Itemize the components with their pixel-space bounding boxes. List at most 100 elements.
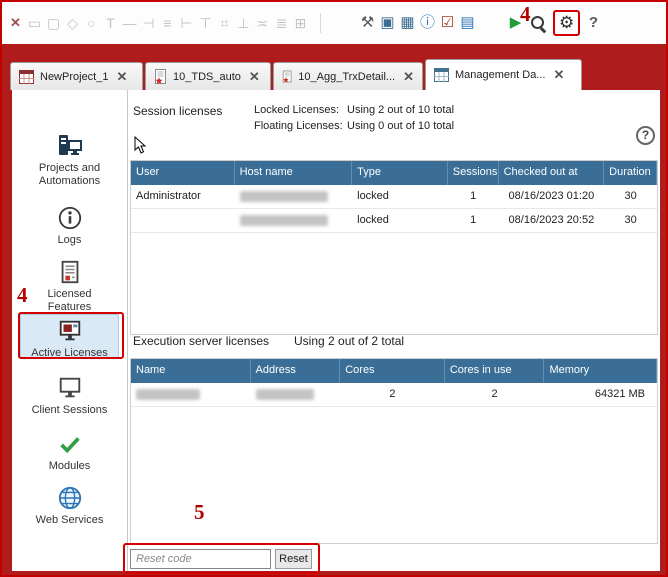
annotation-marker-4-toolbar: 4 (520, 2, 531, 27)
project-table-icon (19, 70, 34, 84)
sidebar-item-client-sessions[interactable]: Client Sessions (20, 372, 119, 417)
window-icon[interactable]: ▣ (380, 14, 395, 32)
rounded-rectangle-icon[interactable]: ▢ (46, 14, 61, 32)
cell-sessions: 1 (448, 185, 499, 209)
data-grid-icon[interactable]: ▤ (460, 14, 475, 32)
tab-management-dashboard[interactable]: Management Da... ✕ (425, 59, 582, 90)
column-header-sessions[interactable]: Sessions (448, 161, 499, 185)
cell-checked-out-at: 08/16/2023 01:20 (499, 185, 605, 209)
toolbar-separator (320, 13, 321, 33)
tab-10-tds-auto[interactable]: 10_TDS_auto ✕ (145, 62, 271, 90)
zoom-icon[interactable] (529, 14, 547, 32)
tab-label: NewProject_1 (40, 71, 108, 83)
column-header-host-name[interactable]: Host name (235, 161, 353, 185)
execution-table-header: Name Address Cores Cores in use Memory (131, 359, 657, 383)
sidebar-item-label: Web Services (30, 514, 110, 527)
cell-type: locked (352, 209, 448, 233)
sidebar-item-active-licenses[interactable]: Active Licenses (20, 314, 119, 358)
annotation-marker-5-reset: 5 (194, 500, 205, 525)
column-header-address[interactable]: Address (251, 359, 341, 383)
execution-server-header: Execution server licenses Using 2 out of… (133, 334, 404, 348)
column-header-type[interactable]: Type (352, 161, 448, 185)
web-services-globe-icon (20, 484, 119, 512)
cell-cores-in-use: 2 (445, 383, 545, 407)
sidebar-item-projects-and-automations[interactable]: Projects and Automations (20, 130, 119, 188)
distribute-horizontal-icon[interactable]: ≍ (255, 14, 270, 32)
content-area: Projects and Automations Logs Licensed F… (12, 90, 660, 571)
cell-checked-out-at: 08/16/2023 20:52 (499, 209, 605, 233)
licensed-features-icon (20, 258, 119, 286)
session-licenses-title: Session licenses (133, 104, 222, 118)
sidebar-item-label: Client Sessions (30, 404, 110, 417)
sidebar-item-licensed-features[interactable]: Licensed Features (20, 256, 119, 314)
table-row[interactable]: 2 2 64321 MB (131, 383, 657, 407)
toolbar-shape-group: ✕ ▭ ▢ ◇ ○ T ― ⊣ ≡ ⊢ ⊤ ⌗ ⊥ ≍ ≣ ⊞ (8, 2, 321, 44)
column-header-user[interactable]: User (131, 161, 235, 185)
align-right-icon[interactable]: ⊢ (179, 14, 194, 32)
floating-licenses-label: Floating Licenses: (254, 118, 347, 134)
sidebar: Projects and Automations Logs Licensed F… (12, 90, 128, 571)
rectangle-icon[interactable]: ▭ (27, 14, 42, 32)
sidebar-item-logs[interactable]: Logs (20, 202, 119, 247)
same-size-icon[interactable]: ⊞ (293, 14, 308, 32)
script-file-icon (154, 69, 167, 84)
sidebar-item-label: Modules (30, 460, 110, 473)
column-header-cores-in-use[interactable]: Cores in use (445, 359, 545, 383)
column-header-checked-out-at[interactable]: Checked out at (499, 161, 605, 185)
mouse-cursor (134, 136, 146, 157)
redacted-text (136, 389, 200, 400)
execution-server-usage: Using 2 out of 2 total (294, 334, 404, 348)
tab-close-icon[interactable]: ✕ (554, 67, 565, 83)
table-row[interactable]: locked 1 08/16/2023 20:52 30 (131, 209, 657, 233)
align-center-icon[interactable]: ≡ (160, 14, 175, 32)
align-middle-icon[interactable]: ⌗ (217, 14, 232, 32)
client-sessions-icon (20, 374, 119, 402)
session-table-header: User Host name Type Sessions Checked out… (131, 161, 657, 185)
circle-icon[interactable]: ○ (84, 14, 99, 32)
cell-type: locked (352, 185, 448, 209)
cell-address-redacted (251, 383, 341, 407)
sidebar-item-label: Active Licenses (30, 347, 110, 360)
execution-server-table: Name Address Cores Cores in use Memory 2… (130, 358, 658, 544)
reset-code-input[interactable] (130, 549, 271, 569)
cell-user: Administrator (131, 185, 235, 209)
tab-close-icon[interactable]: ✕ (403, 69, 414, 85)
cell-host-redacted (235, 185, 353, 209)
column-header-name[interactable]: Name (131, 359, 251, 383)
line-icon[interactable]: ― (122, 14, 137, 32)
table-row[interactable]: Administrator locked 1 08/16/2023 01:20 … (131, 185, 657, 209)
column-header-duration[interactable]: Duration (604, 161, 657, 185)
align-bottom-icon[interactable]: ⊥ (236, 14, 251, 32)
main-toolbar: ✕ ▭ ▢ ◇ ○ T ― ⊣ ≡ ⊢ ⊤ ⌗ ⊥ ≍ ≣ ⊞ ⚒ ▣ ▦ ⓘ … (2, 2, 666, 44)
align-left-icon[interactable]: ⊣ (141, 14, 156, 32)
sidebar-item-web-services[interactable]: Web Services (20, 482, 119, 527)
cell-sessions: 1 (448, 209, 499, 233)
column-header-memory[interactable]: Memory (544, 359, 657, 383)
checklist-icon[interactable]: ☑ (440, 14, 455, 32)
align-top-icon[interactable]: ⊤ (198, 14, 213, 32)
tab-close-icon[interactable]: ✕ (116, 69, 127, 85)
tab-close-icon[interactable]: ✕ (249, 69, 260, 85)
tab-newproject-1[interactable]: NewProject_1 ✕ (10, 62, 143, 90)
sidebar-item-modules[interactable]: Modules (20, 428, 119, 473)
tab-label: 10_TDS_auto (173, 71, 241, 83)
reset-button[interactable]: Reset (275, 549, 312, 569)
delete-icon[interactable]: ✕ (8, 14, 23, 32)
gear-annotation-box: ⚙ (553, 10, 580, 36)
column-header-cores[interactable]: Cores (340, 359, 445, 383)
info-icon[interactable]: ⓘ (420, 14, 435, 32)
tab-10-agg-trxdetail[interactable]: 10_Agg_TrxDetail... ✕ (273, 62, 423, 90)
help-icon[interactable]: ? (586, 14, 601, 32)
text-icon[interactable]: T (103, 14, 118, 32)
settings-gear-icon[interactable]: ⚙ (559, 13, 574, 33)
sidebar-item-label: Projects and Automations (30, 162, 110, 188)
application-window: ✕ ▭ ▢ ◇ ○ T ― ⊣ ≡ ⊢ ⊤ ⌗ ⊥ ≍ ≣ ⊞ ⚒ ▣ ▦ ⓘ … (0, 0, 668, 577)
panel-help-icon[interactable]: ? (636, 126, 655, 145)
active-licenses-icon (21, 317, 118, 345)
tab-label: 10_Agg_TrxDetail... (298, 71, 395, 83)
annotation-marker-4-sidebar: 4 (17, 283, 28, 308)
tools-icon[interactable]: ⚒ (360, 14, 375, 32)
ellipse-icon[interactable]: ◇ (65, 14, 80, 32)
table-icon[interactable]: ▦ (400, 14, 415, 32)
distribute-vertical-icon[interactable]: ≣ (274, 14, 289, 32)
